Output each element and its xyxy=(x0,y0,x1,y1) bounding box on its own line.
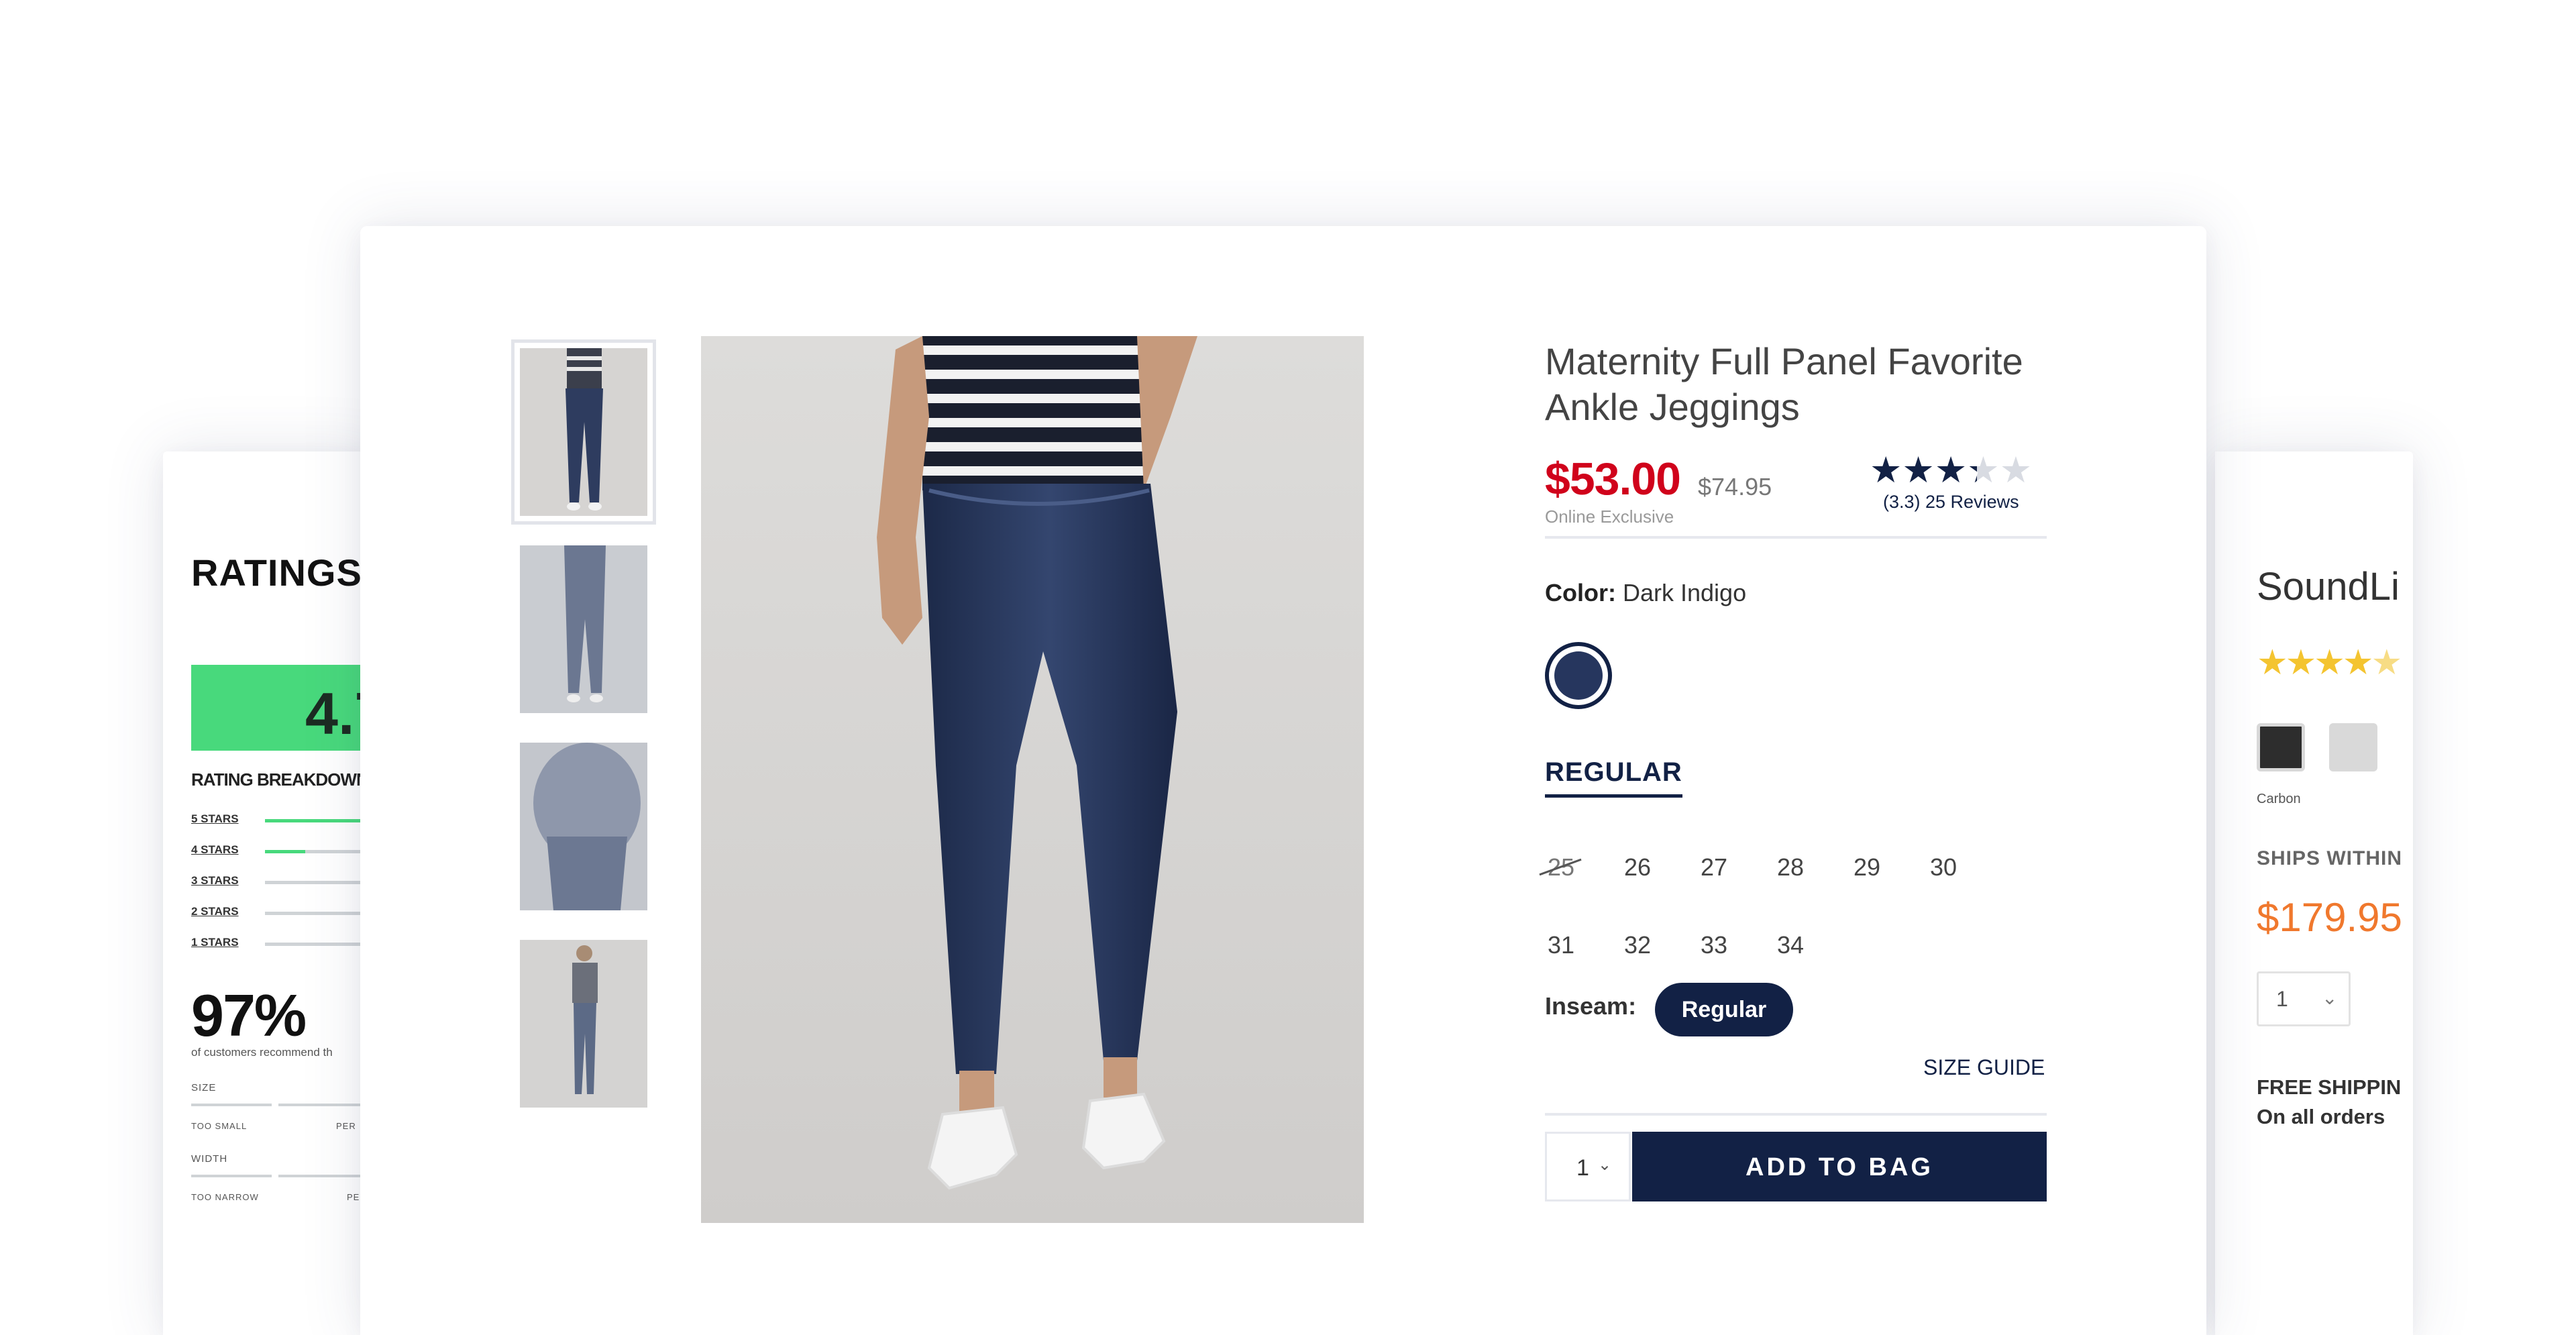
thumbnail-side[interactable] xyxy=(520,940,647,1108)
price: $179.95 xyxy=(2257,895,2402,940)
ratings-score-box: 4.7 xyxy=(191,665,384,751)
size-option-31[interactable]: 31 xyxy=(1527,925,1595,965)
color-value: Dark Indigo xyxy=(1623,579,1747,606)
size-option-32[interactable]: 32 xyxy=(1604,925,1671,965)
size-option-28[interactable]: 28 xyxy=(1757,847,1824,888)
rating-row-4[interactable]: 4 STARS xyxy=(191,843,384,863)
star-half-icon: ★★ xyxy=(1967,449,2000,491)
size-guide-link[interactable]: SIZE GUIDE xyxy=(1923,1055,2045,1080)
original-price: $74.95 xyxy=(1698,473,1772,500)
product-card-right: SoundLi ★★★★★ Carbon SHIPS WITHIN $179.9… xyxy=(2215,451,2413,1337)
divider xyxy=(1545,536,2047,539)
inseam-label: Inseam: xyxy=(1545,992,1637,1020)
size-option-26[interactable]: 26 xyxy=(1604,847,1671,888)
swatch-light-grey[interactable] xyxy=(2329,723,2377,771)
star-icon: ★ xyxy=(1870,450,1902,490)
divider xyxy=(1545,1113,2047,1116)
star-empty-icon: ★ xyxy=(1999,450,2033,490)
size-right-label: PER xyxy=(336,1121,356,1131)
size-option-33[interactable]: 33 xyxy=(1680,925,1748,965)
ratings-card: RATINGS 4.7 RATING BREAKDOWN 5 STARS 4 S… xyxy=(163,451,384,1337)
product-title: SoundLi xyxy=(2257,565,2400,608)
width-right-label: PE xyxy=(347,1192,360,1202)
size-scale-right xyxy=(278,1104,372,1106)
thumbnail-panel-image xyxy=(520,743,647,910)
width-scale-right xyxy=(278,1175,372,1177)
rating-bar-fill xyxy=(265,850,305,853)
inseam-regular-button[interactable]: Regular xyxy=(1655,983,1793,1036)
star-icon: ★ xyxy=(2314,643,2345,682)
fit-tab-regular[interactable]: REGULAR xyxy=(1545,757,1682,798)
thumbnail-back-image xyxy=(520,545,647,713)
color-label: Color: Dark Indigo xyxy=(1545,579,1746,607)
rating-breakdown-label: RATING BREAKDOWN xyxy=(191,769,369,790)
width-label: WIDTH xyxy=(191,1153,228,1165)
star-partial-fill: ★ xyxy=(1967,449,1977,491)
star-rating: ★★★★★ xyxy=(2257,643,2403,683)
rating-row-label[interactable]: 1 STARS xyxy=(191,936,239,949)
free-shipping-line1: FREE SHIPPIN xyxy=(2257,1075,2402,1099)
recommend-text: of customers recommend th xyxy=(191,1046,333,1059)
size-scale-left xyxy=(191,1104,272,1106)
size-left-label: TOO SMALL xyxy=(191,1121,248,1131)
product-main-image[interactable] xyxy=(701,336,1364,1223)
size-option-27[interactable]: 27 xyxy=(1680,847,1748,888)
size-label: SIZE xyxy=(191,1082,217,1093)
width-left-label: TOO NARROW xyxy=(191,1192,259,1202)
ships-text: SHIPS WITHIN xyxy=(2257,847,2403,869)
free-shipping-line2: On all orders xyxy=(2257,1105,2385,1128)
recommend-percent: 97% xyxy=(191,982,307,1049)
size-option-30[interactable]: 30 xyxy=(1910,847,1977,888)
star-icon: ★ xyxy=(1902,450,1935,490)
thumbnail-panel-detail[interactable] xyxy=(520,743,647,910)
star-icon: ★ xyxy=(2285,643,2317,682)
swatch-fill xyxy=(1554,651,1603,700)
product-detail-card: Maternity Full Panel Favorite Ankle Jegg… xyxy=(360,226,2206,1337)
sale-price: $53.00 xyxy=(1545,453,1681,504)
thumbnail-front-image xyxy=(520,348,647,516)
product-title: Maternity Full Panel Favorite Ankle Jegg… xyxy=(1545,340,2023,428)
color-swatch-dark-indigo[interactable] xyxy=(1545,642,1612,709)
rating-row-2[interactable]: 2 STARS xyxy=(191,905,384,925)
chevron-down-icon: ⌄ xyxy=(1598,1156,1612,1174)
swatch-label: Carbon xyxy=(2257,792,2301,806)
thumbnail-back[interactable] xyxy=(520,545,647,713)
quantity-value: 1 xyxy=(2276,987,2288,1011)
rating-row-label[interactable]: 4 STARS xyxy=(191,843,239,857)
chevron-down-icon: ⌄ xyxy=(2322,987,2338,1008)
rating-row-1[interactable]: 1 STARS xyxy=(191,936,384,956)
jeggings-photo xyxy=(701,336,1364,1223)
star-half-icon: ★ xyxy=(2371,643,2403,682)
size-option-34[interactable]: 34 xyxy=(1757,925,1824,965)
quantity-value: 1 xyxy=(1576,1155,1589,1181)
online-exclusive-label: Online Exclusive xyxy=(1545,506,1674,527)
free-shipping-text: FREE SHIPPIN On all orders xyxy=(2257,1073,2401,1132)
thumbnail-side-image xyxy=(520,940,647,1108)
ratings-title: RATINGS xyxy=(191,551,362,594)
rating-row-5[interactable]: 5 STARS xyxy=(191,812,384,833)
swatch-carbon[interactable] xyxy=(2257,723,2305,771)
add-to-bag-button[interactable]: ADD TO BAG xyxy=(1632,1132,2047,1201)
color-label-prefix: Color: xyxy=(1545,579,1616,606)
star-icon: ★ xyxy=(2257,643,2288,682)
rating-row-3[interactable]: 3 STARS xyxy=(191,874,384,894)
reviews-link[interactable]: (3.3) 25 Reviews xyxy=(1883,492,2019,513)
width-scale-left xyxy=(191,1175,272,1177)
star-icon: ★ xyxy=(1934,450,1968,490)
star-icon: ★ xyxy=(2342,643,2374,682)
thumbnail-front[interactable] xyxy=(511,339,656,525)
rating-bar-fill xyxy=(265,819,372,822)
star-rating[interactable]: ★★★★★★ xyxy=(1870,449,2032,491)
rating-row-label[interactable]: 5 STARS xyxy=(191,812,239,826)
quantity-select[interactable]: 1 ⌄ xyxy=(2257,971,2351,1026)
quantity-select[interactable]: 1 ⌄ xyxy=(1545,1132,1631,1201)
rating-row-label[interactable]: 2 STARS xyxy=(191,905,239,918)
size-option-29[interactable]: 29 xyxy=(1833,847,1900,888)
rating-row-label[interactable]: 3 STARS xyxy=(191,874,239,888)
size-option-25[interactable]: 25 xyxy=(1527,847,1595,888)
